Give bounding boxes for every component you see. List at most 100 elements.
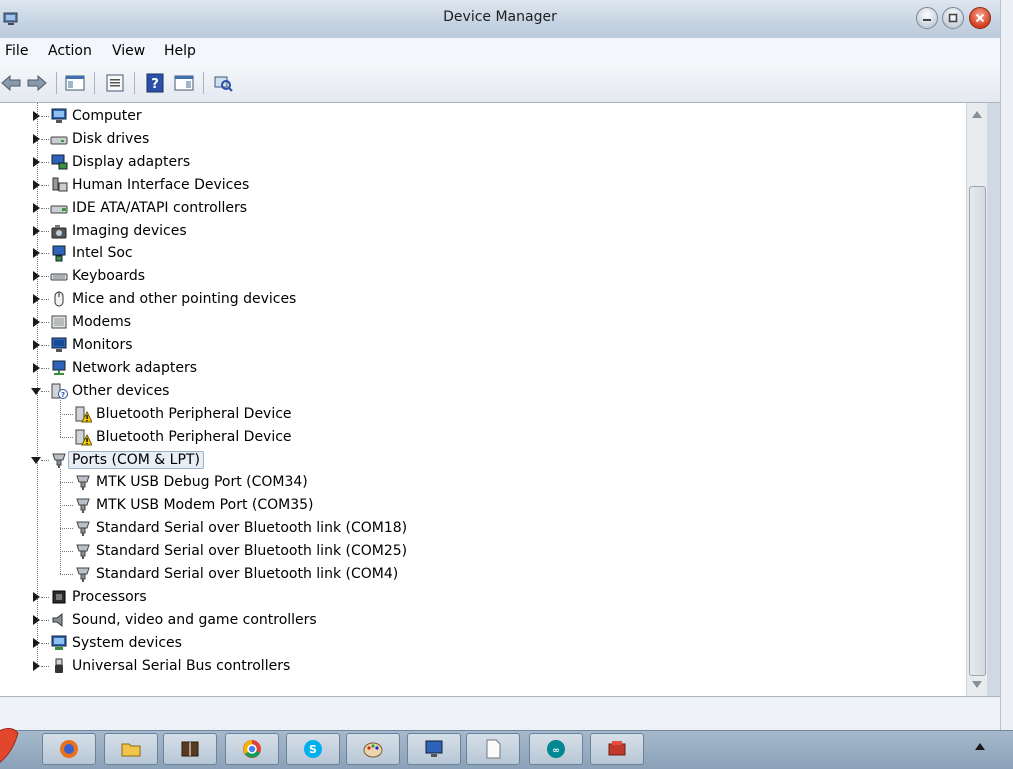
vertical-scrollbar[interactable] (966, 103, 987, 696)
tree-item-label: MTK USB Modem Port (COM35) (96, 497, 314, 514)
taskbar-button[interactable] (466, 733, 520, 765)
taskbar-button[interactable] (225, 733, 279, 765)
tree-device[interactable]: MTK USB Modem Port (COM35) (74, 494, 314, 516)
tree-device[interactable]: Standard Serial over Bluetooth link (COM… (74, 540, 407, 562)
tree-category[interactable]: Monitors (50, 334, 133, 356)
expand-arrow-icon[interactable] (33, 111, 40, 121)
tree-category[interactable]: Processors (50, 586, 147, 608)
expand-arrow-icon[interactable] (33, 202, 40, 213)
maximize-button[interactable] (942, 7, 964, 29)
tree-item-label: Display adapters (72, 153, 191, 170)
tree-category[interactable]: Display adapters (50, 151, 190, 173)
tree-category[interactable]: Imaging devices (50, 220, 187, 242)
collapse-arrow-icon[interactable] (31, 456, 41, 464)
tree-connector-line (41, 230, 49, 232)
mouse-icon (54, 291, 64, 307)
tree-device[interactable]: Bluetooth Peripheral Device (74, 403, 292, 425)
warning-device-icon (75, 406, 92, 423)
taskbar-button[interactable] (590, 733, 644, 765)
taskbar-button[interactable] (42, 733, 96, 765)
expand-arrow-icon[interactable] (33, 637, 40, 648)
expand-arrow-icon[interactable] (33, 660, 40, 671)
tree-connector-line (41, 322, 49, 324)
show-action-pane-icon[interactable] (173, 72, 195, 94)
tree-connector-line (41, 253, 49, 255)
svg-text:S: S (309, 743, 317, 756)
expand-arrow-icon[interactable] (33, 248, 40, 259)
scan-hardware-icon[interactable] (212, 72, 234, 94)
menu-file[interactable]: File (5, 43, 28, 59)
start-button-icon[interactable] (0, 715, 28, 767)
ide-controller-icon (50, 205, 68, 214)
expand-arrow-icon[interactable] (33, 271, 40, 282)
back-arrow-icon[interactable] (0, 72, 22, 94)
tree-device[interactable]: Standard Serial over Bluetooth link (COM… (74, 517, 407, 539)
tree-connector-line (41, 665, 49, 667)
tree-item-label: Monitors (72, 337, 133, 353)
tree-item-label: Ports (COM & LPT) (68, 450, 204, 469)
tree-category[interactable]: Ports (COM & LPT) (50, 449, 204, 471)
taskbar-button[interactable] (163, 733, 217, 765)
minimize-button[interactable] (916, 7, 938, 29)
device-tree[interactable]: Computer Disk drives Display adapters Human… (0, 103, 966, 696)
tree-category[interactable]: Network adapters (50, 357, 197, 379)
hid-icon (52, 177, 68, 192)
expand-arrow-icon[interactable] (33, 614, 40, 625)
taskbar-button[interactable] (346, 733, 400, 765)
display-adapter-icon (51, 154, 68, 170)
svg-text:∞: ∞ (552, 746, 560, 756)
scroll-down-arrow-icon[interactable] (972, 681, 982, 688)
tree-category[interactable]: System devices (50, 632, 182, 654)
tree-device[interactable]: MTK USB Debug Port (COM34) (74, 471, 308, 493)
scroll-thumb[interactable] (969, 186, 986, 676)
usb-icon (55, 658, 63, 673)
tree-item-label: Mice and other pointing devices (72, 291, 297, 308)
maximize-icon (948, 13, 958, 23)
close-button[interactable] (969, 7, 991, 29)
tree-connector-line (60, 505, 73, 507)
scroll-up-arrow-icon[interactable] (972, 111, 982, 118)
show-hidden-icons-arrow-icon[interactable] (975, 743, 985, 750)
tree-connector-line (41, 184, 49, 186)
taskbar-button[interactable]: S (286, 733, 340, 765)
forward-arrow-icon[interactable] (26, 72, 48, 94)
expand-arrow-icon[interactable] (33, 179, 40, 190)
properties-icon[interactable] (104, 72, 126, 94)
expand-arrow-icon[interactable] (33, 362, 40, 373)
expand-arrow-icon[interactable] (33, 591, 40, 602)
expand-arrow-icon[interactable] (33, 133, 40, 144)
tree-category[interactable]: Sound, video and game controllers (50, 609, 317, 631)
warning-device-icon (75, 429, 92, 446)
tree-category[interactable]: Computer (50, 105, 142, 127)
tree-category[interactable]: Universal Serial Bus controllers (50, 655, 290, 677)
tree-category[interactable]: ? Other devices (50, 380, 169, 402)
tree-category[interactable]: Intel Soc (50, 242, 133, 264)
expand-arrow-icon[interactable] (33, 317, 40, 328)
tree-category[interactable]: Disk drives (50, 128, 149, 150)
tree-category[interactable]: Mice and other pointing devices (50, 288, 296, 310)
tree-category[interactable]: IDE ATA/ATAPI controllers (50, 197, 247, 219)
tree-connector-line (41, 299, 49, 301)
tree-device[interactable]: Standard Serial over Bluetooth link (COM… (74, 563, 398, 585)
taskbar-button[interactable] (407, 733, 461, 765)
minimize-icon (923, 19, 931, 21)
expand-arrow-icon[interactable] (33, 340, 40, 350)
expand-arrow-icon[interactable] (33, 156, 40, 167)
tree-item-label: Computer (72, 108, 142, 124)
menu-help[interactable]: Help (164, 43, 196, 59)
tree-connector-line (41, 390, 49, 392)
tree-category[interactable]: Human Interface Devices (50, 174, 249, 196)
tree-device[interactable]: Bluetooth Peripheral Device (74, 426, 292, 448)
taskbar-button[interactable]: ∞ (529, 733, 583, 765)
menu-action[interactable]: Action (48, 43, 92, 59)
taskbar-button[interactable] (104, 733, 158, 765)
port-icon (76, 475, 90, 491)
collapse-arrow-icon[interactable] (31, 387, 41, 395)
expand-arrow-icon[interactable] (33, 294, 40, 305)
tree-category[interactable]: Keyboards (50, 265, 145, 287)
menu-view[interactable]: View (112, 43, 145, 59)
tree-category[interactable]: Modems (50, 311, 131, 333)
show-hide-console-tree-icon[interactable] (64, 72, 86, 94)
expand-arrow-icon[interactable] (33, 225, 40, 236)
help-icon[interactable]: ? (144, 72, 166, 94)
